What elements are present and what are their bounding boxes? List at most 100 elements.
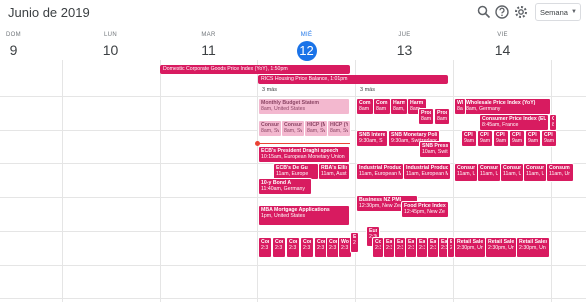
more-events-link[interactable]: 3 más <box>360 87 375 93</box>
event[interactable]: Consum11am, Ur <box>500 163 524 182</box>
event[interactable]: 10-y Bond A 11:40am, Germany <box>258 178 312 195</box>
event[interactable]: Wh8am <box>454 98 466 115</box>
event[interactable]: Eu2:3 <box>350 232 359 253</box>
event[interactable]: HICP (M8am, Sw <box>304 120 328 137</box>
event[interactable]: SNB Press 10am, Swit <box>419 141 451 158</box>
event[interactable]: Cor2:3 <box>258 237 272 258</box>
event[interactable]: Consum11am, Ur <box>454 163 478 182</box>
event-time: 9am <box>512 138 522 145</box>
event[interactable]: Consum11am, Ur <box>546 163 574 182</box>
event[interactable]: Cor2:3 <box>272 237 286 258</box>
event[interactable]: HICP (Y8am, Sw <box>327 120 351 137</box>
event[interactable]: Prod8am <box>418 108 434 125</box>
event-time: 2:3 <box>289 245 297 252</box>
event-time: 8am, <box>393 106 405 113</box>
event[interactable]: Industrial Produc 11am, European M <box>403 163 451 180</box>
current-time-line <box>258 143 350 144</box>
event[interactable]: CPI 9am <box>493 130 509 147</box>
hour-line <box>0 265 586 266</box>
event[interactable]: CPI 9am <box>477 130 493 147</box>
day-header-tue[interactable]: MAR 11 <box>160 32 257 58</box>
event-time: 8am <box>437 116 447 123</box>
event-time: 9:30am, S <box>359 138 383 145</box>
day-name: JUE <box>398 32 411 38</box>
day-header-mon[interactable]: LUN 10 <box>62 32 159 58</box>
event-time: 11am, European M <box>406 171 448 178</box>
event[interactable]: Consum11am, Ur <box>523 163 547 182</box>
day-header-wed[interactable]: MIÉ 12 <box>258 32 355 61</box>
search-icon[interactable] <box>476 4 492 20</box>
event[interactable]: Harm 8am, <box>390 98 408 115</box>
event-time: 2:3 <box>419 245 425 252</box>
event[interactable]: Com 8am <box>373 98 391 115</box>
event-time: 8am <box>457 106 463 113</box>
event-time: 11am, Europe <box>276 171 309 178</box>
hour-line <box>0 231 586 232</box>
hour-line <box>0 197 586 198</box>
view-selector[interactable]: Semana ▼ <box>535 3 581 21</box>
event-time: 2:3 <box>317 245 325 252</box>
day-header-thu[interactable]: JUE 13 <box>356 32 453 58</box>
event[interactable]: MBA Mortgage Applications 1pm, United Sta… <box>258 205 350 226</box>
event[interactable]: Cor2:3 <box>286 237 300 258</box>
event[interactable]: RBA's Ellis 11am, Aust <box>318 163 350 180</box>
event-time: 8am, Sw <box>261 128 279 135</box>
allday-divider <box>0 96 586 97</box>
more-events-link[interactable]: 3 más <box>262 87 277 93</box>
allday-event[interactable]: Domestic Corporate Goods Price Index (Yo… <box>160 65 350 74</box>
event-time: 2:3 <box>303 245 311 252</box>
event-time: 8am, Sw <box>330 128 348 135</box>
day-header-sun[interactable]: DOM 9 <box>0 32 62 58</box>
event-time: 2:30pm, Un <box>488 245 514 252</box>
hour-line <box>0 298 586 299</box>
day-number[interactable]: 14 <box>454 42 551 58</box>
event-time: 8am <box>359 106 370 113</box>
event-time: 2:3 <box>430 245 436 252</box>
event-time: 11:40am, Germany <box>261 186 306 193</box>
day-number-today[interactable]: 12 <box>296 41 317 61</box>
event-time: 2:3 <box>341 245 349 252</box>
event[interactable]: Consumer Price Index (EU)8:45am, France <box>549 114 557 131</box>
top-bar: Junio de 2019 Semana ▼ <box>0 0 586 26</box>
event[interactable]: Retail Sales2:30pm, Un <box>485 237 517 258</box>
day-number[interactable]: 10 <box>62 42 159 58</box>
event[interactable]: Wholesale Price Index (YoY) 8am, Germany <box>463 98 551 115</box>
view-selector-label: Semana <box>540 7 568 17</box>
event-time: 2:30pm, Un <box>519 245 546 252</box>
event[interactable]: CPI 9am <box>541 130 557 147</box>
event-time: 9am <box>480 138 490 145</box>
event[interactable]: CPI 9am <box>509 130 525 147</box>
event[interactable]: CPI 9am <box>461 130 477 147</box>
event[interactable]: Consum11am, Ur <box>477 163 501 182</box>
event[interactable]: Consumer Price Index (EU)8:45am, France <box>479 114 549 131</box>
gear-icon[interactable] <box>513 4 529 20</box>
event[interactable]: Com 8am <box>356 98 374 115</box>
event[interactable]: ECB's President Draghi speech 10:15am, Eu… <box>258 146 350 163</box>
event[interactable]: CPI 9am <box>525 130 541 147</box>
day-number[interactable]: 13 <box>356 42 453 58</box>
event[interactable]: Consum8am, Sw <box>258 120 282 137</box>
event[interactable]: Retail Sales2:30pm, Un <box>516 237 550 258</box>
day-name: MIÉ <box>300 32 313 38</box>
event-time: 8am, Sw <box>284 128 302 135</box>
event[interactable]: Prod8am <box>434 108 450 125</box>
allday-event[interactable]: RICS Housing Price Balance, 1:01pm <box>258 75 448 84</box>
day-name: MAR <box>201 32 216 38</box>
day-name: VIE <box>497 32 508 38</box>
day-header-fri[interactable]: VIE 14 <box>454 32 551 58</box>
chevron-down-icon: ▼ <box>570 9 577 15</box>
day-number[interactable]: 9 <box>0 42 62 58</box>
event[interactable]: Monthly Budget Statem 8am, United States <box>258 98 350 115</box>
event[interactable]: Food Price Index 12:45pm, New Ze <box>401 201 449 218</box>
event[interactable]: Industrial Produc 11am, European M <box>356 163 404 180</box>
event[interactable]: Cor2:3 <box>300 237 314 258</box>
event[interactable]: SNB Interes9:30am, S <box>356 130 388 147</box>
event-time: 2:3 <box>408 245 414 252</box>
event-time: 9am <box>496 138 506 145</box>
event[interactable]: Retail Sales2:30pm, Un <box>454 237 486 258</box>
event-time: 8am <box>421 116 431 123</box>
help-icon[interactable] <box>494 4 510 20</box>
event-time: 2:3 <box>386 245 392 252</box>
event[interactable]: Consum8am, Sw <box>281 120 305 137</box>
day-number[interactable]: 11 <box>160 42 257 58</box>
